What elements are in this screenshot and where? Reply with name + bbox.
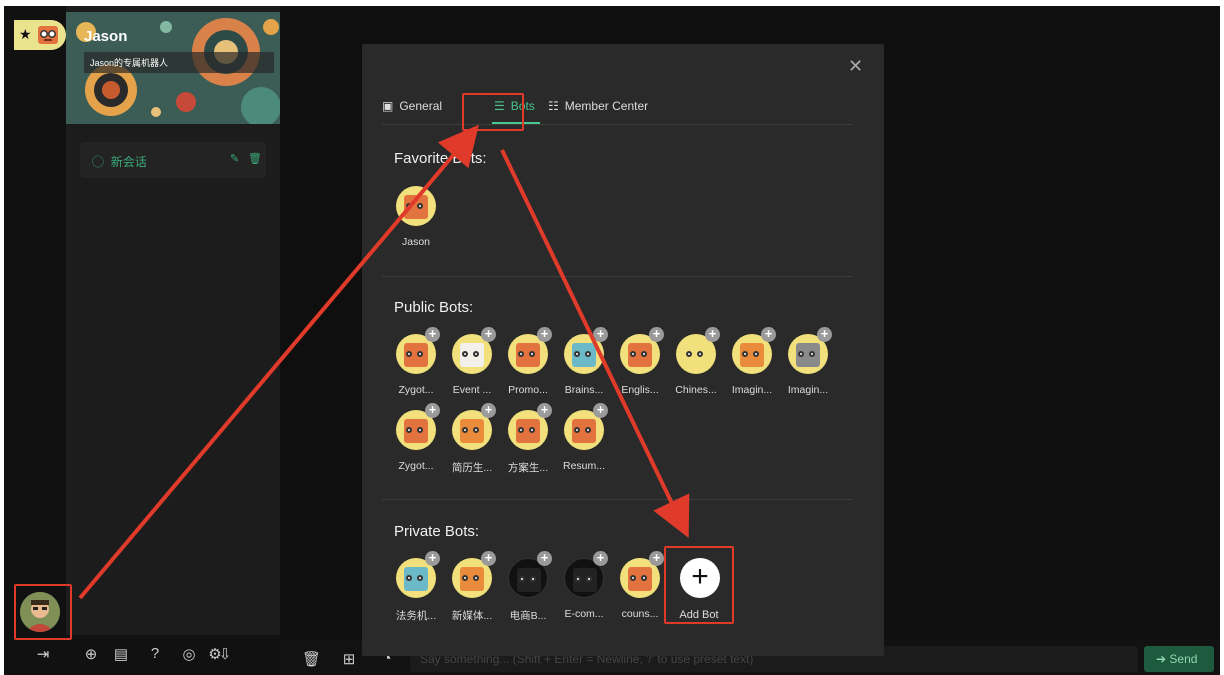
arrow-bots-to-add bbox=[500, 149, 690, 539]
annotation-arrows bbox=[78, 124, 690, 600]
arrow-avatar-to-bots bbox=[78, 124, 479, 600]
